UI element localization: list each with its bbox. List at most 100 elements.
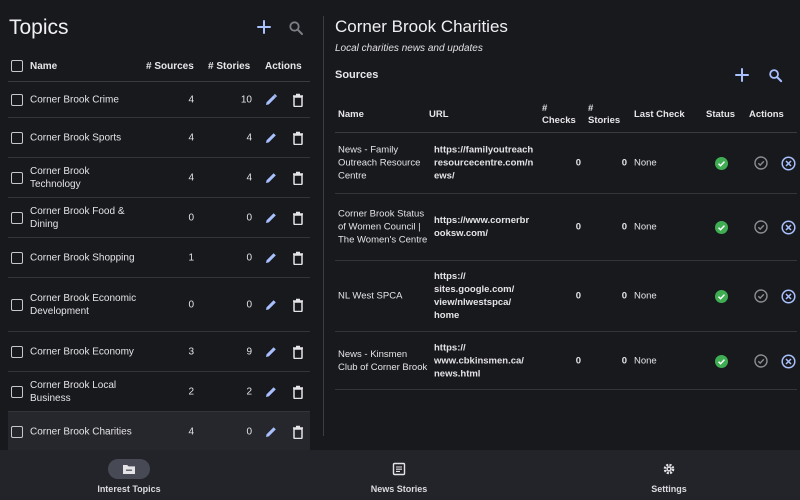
trash-icon[interactable] <box>291 298 305 312</box>
topic-sources: 0 <box>188 212 194 223</box>
source-last-check: None <box>634 290 657 302</box>
bottom-navigation: Interest Topics News Stories Settings <box>0 450 800 500</box>
pencil-icon[interactable] <box>264 211 278 225</box>
trash-icon[interactable] <box>291 251 305 265</box>
row-checkbox[interactable] <box>11 211 23 224</box>
header-last-check: Last Check <box>634 109 685 120</box>
check-now-icon[interactable] <box>754 353 768 368</box>
check-now-icon[interactable] <box>754 156 768 170</box>
topic-stories: 4 <box>246 132 252 143</box>
source-checks: 0 <box>575 355 581 366</box>
search-sources-icon[interactable] <box>768 68 783 83</box>
pencil-icon[interactable] <box>264 345 278 359</box>
check-now-icon[interactable] <box>754 289 768 303</box>
select-all-checkbox[interactable] <box>11 60 23 72</box>
nav-news-stories[interactable]: News Stories <box>310 450 488 500</box>
trash-icon[interactable] <box>291 131 305 145</box>
topics-title: Topics <box>9 16 69 39</box>
nav-label: Interest Topics <box>97 484 161 494</box>
topic-row-selected[interactable]: Corner Brook Charities 4 0 <box>8 412 310 450</box>
topic-row[interactable]: Corner Brook Technology 4 4 <box>8 158 310 198</box>
row-checkbox[interactable] <box>11 298 23 311</box>
row-checkbox[interactable] <box>11 131 23 144</box>
trash-icon[interactable] <box>291 93 305 107</box>
source-url[interactable]: https:// www.cbkinsmen.ca/ news.html <box>434 341 534 380</box>
topic-row[interactable]: Corner Brook Food & Dining 0 0 <box>8 198 310 238</box>
topic-name: Corner Brook Sports <box>30 132 122 143</box>
topic-row[interactable]: Corner Brook Economy 3 9 <box>8 332 310 372</box>
pencil-icon[interactable] <box>264 171 278 185</box>
topic-name: Corner Brook Food & Dining <box>30 205 125 230</box>
source-checks: 0 <box>575 290 581 302</box>
topic-row[interactable]: Corner Brook Local Business 2 2 <box>8 372 310 412</box>
topic-stories: 0 <box>246 426 252 437</box>
topic-description: Local charities news and updates <box>335 43 483 54</box>
row-checkbox[interactable] <box>11 93 23 106</box>
source-last-check: None <box>634 221 657 233</box>
trash-icon[interactable] <box>291 425 305 439</box>
source-row[interactable]: News - Family Outreach Resource Centre h… <box>335 133 797 194</box>
row-checkbox[interactable] <box>11 385 23 398</box>
row-checkbox[interactable] <box>11 345 23 358</box>
trash-icon[interactable] <box>291 171 305 185</box>
add-topic-icon[interactable] <box>255 18 273 36</box>
topic-row[interactable]: Corner Brook Shopping 1 0 <box>8 238 310 278</box>
source-row[interactable]: News - Kinsmen Club of Corner Brook http… <box>335 332 797 390</box>
status-ok-icon <box>715 221 728 234</box>
pencil-icon[interactable] <box>264 385 278 399</box>
source-row[interactable]: NL West SPCA https:// sites.google.com/ … <box>335 261 797 332</box>
add-source-icon[interactable] <box>734 67 750 83</box>
topic-stories: 10 <box>240 94 252 105</box>
panel-divider[interactable] <box>323 16 324 436</box>
topics-panel: Topics Name # Sources # Stories Actions … <box>0 0 318 450</box>
source-name: Corner Brook Status of Women Council | T… <box>338 208 428 246</box>
topic-name: Corner Brook Crime <box>30 94 119 105</box>
nav-interest-topics[interactable]: Interest Topics <box>40 450 218 500</box>
remove-source-icon[interactable] <box>781 289 796 304</box>
remove-source-icon[interactable] <box>781 220 796 235</box>
topic-name: Corner Brook Technology <box>30 165 90 190</box>
trash-icon[interactable] <box>291 211 305 225</box>
source-url[interactable]: https:// sites.google.com/ view/nlwestsp… <box>434 270 534 322</box>
topic-row[interactable]: Corner Brook Sports 4 4 <box>8 118 310 158</box>
row-checkbox[interactable] <box>11 425 23 438</box>
topic-name: Corner Brook Charities <box>30 426 132 437</box>
pencil-icon[interactable] <box>264 131 278 145</box>
header-status: Status <box>706 109 736 120</box>
source-name: NL West SPCA <box>338 290 403 302</box>
search-topics-icon[interactable] <box>288 20 304 36</box>
topic-row[interactable]: Corner Brook Crime 4 10 <box>8 82 310 118</box>
topic-name: Corner Brook Economic Development <box>30 292 137 317</box>
topic-sources: 4 <box>188 132 194 143</box>
source-last-check: None <box>634 355 657 366</box>
remove-source-icon[interactable] <box>781 156 796 171</box>
pencil-icon[interactable] <box>264 251 278 265</box>
source-checks: 0 <box>575 157 581 169</box>
topic-sources: 4 <box>188 172 194 183</box>
topic-stories: 4 <box>246 172 252 183</box>
topic-stories: 0 <box>246 212 252 223</box>
source-row[interactable]: Corner Brook Status of Women Council | T… <box>335 194 797 261</box>
topic-title: Corner Brook Charities <box>335 17 508 36</box>
topic-sources: 3 <box>188 346 194 357</box>
source-url[interactable]: https://familyoutreachresourcecentre.com… <box>434 144 534 183</box>
nav-settings[interactable]: Settings <box>580 450 758 500</box>
pencil-icon[interactable] <box>264 425 278 439</box>
trash-icon[interactable] <box>291 385 305 399</box>
check-now-icon[interactable] <box>754 220 768 234</box>
folder-icon <box>123 465 135 474</box>
source-stories: 0 <box>621 221 627 233</box>
topic-row[interactable]: Corner Brook Economic Development 0 0 <box>8 278 310 332</box>
row-checkbox[interactable] <box>11 251 23 264</box>
row-checkbox[interactable] <box>11 171 23 184</box>
header-name: Name <box>338 109 364 120</box>
trash-icon[interactable] <box>291 345 305 359</box>
remove-source-icon[interactable] <box>781 353 796 369</box>
pencil-icon[interactable] <box>264 93 278 107</box>
topic-stories: 9 <box>246 346 252 357</box>
source-name: News - Kinsmen Club of Corner Brook <box>338 348 428 373</box>
source-url[interactable]: https://www.cornerbrooksw.com/ <box>434 214 534 240</box>
source-stories: 0 <box>621 290 627 302</box>
pencil-icon[interactable] <box>264 298 278 312</box>
topic-name: Corner Brook Economy <box>30 346 134 357</box>
